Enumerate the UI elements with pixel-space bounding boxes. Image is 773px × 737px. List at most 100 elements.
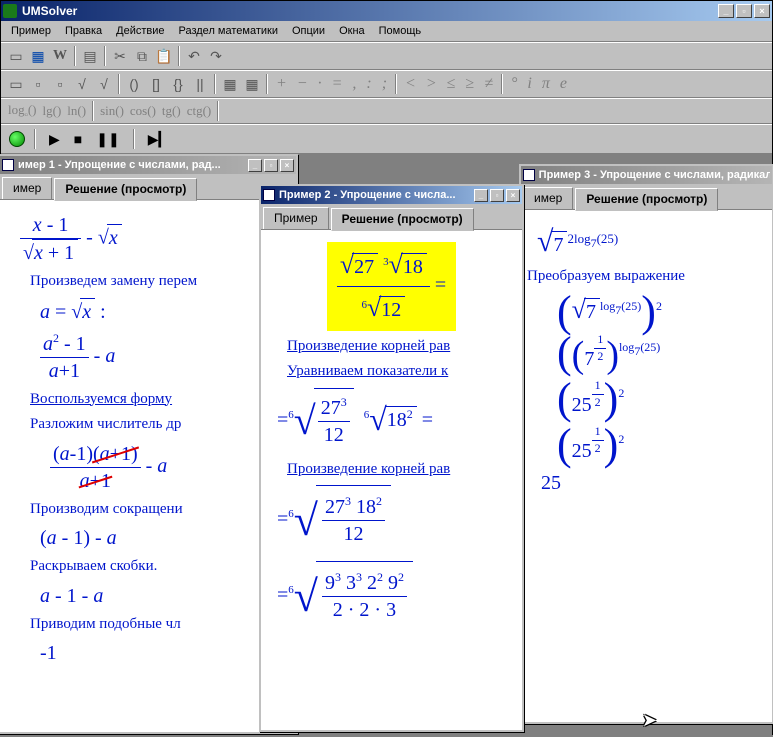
doc-icon xyxy=(523,169,535,181)
sym-pi[interactable]: π xyxy=(537,75,555,93)
tab-solution[interactable]: Решение (просмотр) xyxy=(575,188,718,211)
menu-item[interactable]: Пример xyxy=(5,23,57,39)
new-icon[interactable]: ▭ xyxy=(5,45,27,67)
child-min-icon[interactable]: _ xyxy=(248,159,262,172)
step-text: Разложим числитель др xyxy=(30,415,290,435)
tab-solution[interactable]: Решение (просмотр) xyxy=(331,208,474,231)
op-comma[interactable]: , xyxy=(347,75,361,93)
op-eq[interactable]: = xyxy=(327,75,348,93)
close-button[interactable]: × xyxy=(754,4,770,18)
result-neg1: -1 xyxy=(40,642,57,664)
toolbar-standard: ▭ ▦ W ▤ ✂ ⧉ 📋 ↶ ↷ xyxy=(1,42,772,70)
window3-titlebar[interactable]: Пример 3 - Упрощение с числами, радикала xyxy=(521,166,772,184)
fn-logb[interactable]: log▫() xyxy=(5,102,40,120)
sqrt-icon[interactable]: √ xyxy=(71,73,93,95)
step-text: Раскрываем скобки. xyxy=(30,557,290,577)
doc-icon xyxy=(263,189,275,201)
frac-icon[interactable]: ▭ xyxy=(5,73,27,95)
stop-icon[interactable]: ■ xyxy=(70,131,86,147)
restore-button[interactable]: ▫ xyxy=(736,4,752,18)
sym-i[interactable]: i xyxy=(522,75,536,93)
window3-content: √72log7(25) Преобразуем выражение (√7log… xyxy=(521,210,772,722)
nroot-icon[interactable]: √ xyxy=(93,73,115,95)
play-icon[interactable]: ▶ xyxy=(45,131,64,148)
op-ge[interactable]: ≥ xyxy=(460,75,479,93)
app-icon xyxy=(3,4,17,18)
paren-icon[interactable]: () xyxy=(123,73,145,95)
child-min-icon[interactable]: _ xyxy=(474,189,488,202)
window-example3[interactable]: Пример 3 - Упрощение с числами, радикала… xyxy=(519,164,773,724)
step-text: Производим сокращени xyxy=(30,500,290,520)
child-max-icon[interactable]: ▫ xyxy=(264,159,278,172)
op-colon[interactable]: : xyxy=(361,75,376,93)
tab-solution[interactable]: Решение (просмотр) xyxy=(54,178,197,201)
fn-sin[interactable]: sin() xyxy=(97,103,127,119)
link-formula[interactable]: Воспользуемся форму xyxy=(30,390,290,410)
menu-item[interactable]: Помощь xyxy=(373,23,428,39)
bracket-icon[interactable]: [] xyxy=(145,73,167,95)
cut-icon[interactable]: ✂ xyxy=(109,45,131,67)
sym-e[interactable]: e xyxy=(555,75,572,93)
menu-item[interactable]: Правка xyxy=(59,23,108,39)
mdi-area: Пример 3 - Упрощение с числами, радикала… xyxy=(1,154,772,737)
pause-icon[interactable]: ❚❚ xyxy=(92,131,123,148)
window1-titlebar[interactable]: имер 1 - Упрощение с числами, рад... _ ▫… xyxy=(0,156,296,174)
child-close-icon[interactable]: × xyxy=(506,189,520,202)
mouse-cursor-icon: ➤ xyxy=(642,710,657,731)
menu-item[interactable]: Опции xyxy=(286,23,331,39)
w-icon[interactable]: W xyxy=(49,45,71,67)
op-le[interactable]: ≤ xyxy=(442,75,461,93)
sup-icon[interactable]: ▫ xyxy=(27,73,49,95)
sub-icon[interactable]: ▫ xyxy=(49,73,71,95)
abs-icon[interactable]: || xyxy=(189,73,211,95)
redo-icon[interactable]: ↷ xyxy=(205,45,227,67)
titlebar[interactable]: UMSolver _ ▫ × xyxy=(1,1,772,21)
window1-content: x - 1√x + 1 - √x Произведем замену перем… xyxy=(0,200,296,732)
undo-icon[interactable]: ↶ xyxy=(183,45,205,67)
copy-icon[interactable]: ⧉ xyxy=(131,45,153,67)
menu-item[interactable]: Раздел математики xyxy=(173,23,284,39)
fn-ln[interactable]: ln() xyxy=(64,103,89,119)
op-plus[interactable]: + xyxy=(271,75,292,93)
book-icon[interactable]: ▤ xyxy=(79,45,101,67)
menubar: Пример Правка Действие Раздел математики… xyxy=(1,21,772,42)
link-product2[interactable]: Произведение корней рав xyxy=(287,460,516,480)
sym-deg[interactable]: ° xyxy=(506,75,522,93)
link-product[interactable]: Произведение корней рав xyxy=(287,337,516,357)
pal2-icon[interactable]: ▦ xyxy=(241,73,263,95)
fn-cos[interactable]: cos() xyxy=(127,103,159,119)
brace-icon[interactable]: {} xyxy=(167,73,189,95)
menu-item[interactable]: Действие xyxy=(110,23,170,39)
op-lt[interactable]: < xyxy=(400,75,421,93)
link-indices[interactable]: Уравниваем показатели к xyxy=(287,362,516,382)
tab-example[interactable]: Пример xyxy=(263,207,329,229)
record-icon[interactable] xyxy=(9,131,25,147)
toolbar-functions: log▫() lg() ln() sin() cos() tg() ctg() xyxy=(1,98,772,124)
child-max-icon[interactable]: ▫ xyxy=(490,189,504,202)
op-ne[interactable]: ≠ xyxy=(479,75,498,93)
window-example1[interactable]: имер 1 - Упрощение с числами, рад... _ ▫… xyxy=(0,154,298,734)
window1-title: имер 1 - Упрощение с числами, рад... xyxy=(18,159,248,171)
step-icon[interactable]: ▶▎ xyxy=(144,131,174,148)
window-example2[interactable]: Пример 2 - Упрощение с числа... _ ▫ × Пр… xyxy=(259,184,524,732)
op-minus[interactable]: − xyxy=(292,75,313,93)
window1-tabs: имер Решение (просмотр) xyxy=(0,174,296,200)
op-semi[interactable]: ; xyxy=(377,75,392,93)
window2-titlebar[interactable]: Пример 2 - Упрощение с числа... _ ▫ × xyxy=(261,186,522,204)
window2-title: Пример 2 - Упрощение с числа... xyxy=(279,189,474,201)
op-dot[interactable]: · xyxy=(313,75,327,93)
tab-example[interactable]: имер xyxy=(2,177,52,199)
op-gt[interactable]: > xyxy=(421,75,442,93)
menu-item[interactable]: Окна xyxy=(333,23,371,39)
minimize-button[interactable]: _ xyxy=(718,4,734,18)
step-text: Преобразуем выражение xyxy=(527,267,766,287)
fn-ctg[interactable]: ctg() xyxy=(184,103,215,119)
paste-icon[interactable]: 📋 xyxy=(153,45,175,67)
child-close-icon[interactable]: × xyxy=(280,159,294,172)
fn-lg[interactable]: lg() xyxy=(40,103,65,119)
toolbar-playback: ▶ ■ ❚❚ ▶▎ xyxy=(1,124,772,154)
pal-icon[interactable]: ▦ xyxy=(219,73,241,95)
fn-tg[interactable]: tg() xyxy=(159,103,184,119)
tab-example[interactable]: имер xyxy=(523,187,573,209)
matrix-icon[interactable]: ▦ xyxy=(27,45,49,67)
